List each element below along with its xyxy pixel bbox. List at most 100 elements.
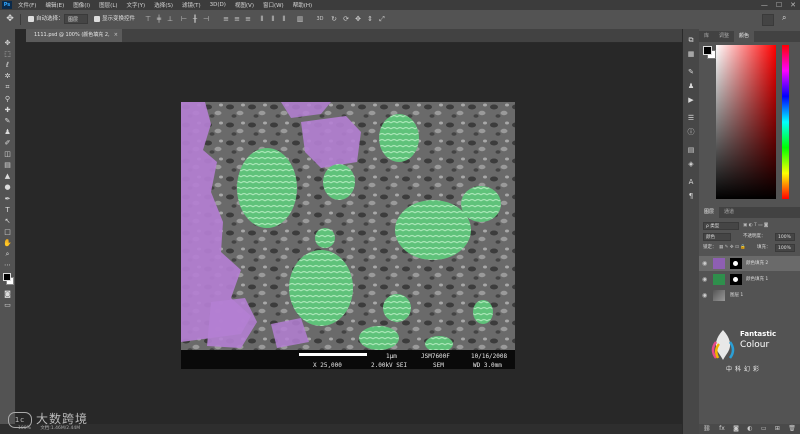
auto-select-checkbox[interactable] bbox=[28, 16, 34, 22]
more-tools-icon[interactable]: ⋯ bbox=[2, 261, 13, 270]
3d-slide-icon[interactable]: ⇕ bbox=[366, 14, 374, 24]
dodge-tool-icon[interactable]: ● bbox=[2, 183, 13, 192]
document-tab[interactable]: 1111.psd @ 100% (颜色填充 2, RGB/8)* × bbox=[26, 29, 122, 51]
layer-filter-dropdown[interactable]: ρ 类型 bbox=[703, 222, 739, 230]
auto-align-icon[interactable]: ▥ bbox=[296, 14, 304, 24]
quick-mask-icon[interactable]: ◙ bbox=[2, 290, 13, 299]
distribute-right-icon[interactable]: ⫴ bbox=[280, 14, 288, 24]
adjustment-layer-icon[interactable]: ◐ bbox=[747, 424, 752, 434]
add-mask-icon[interactable]: ◙ bbox=[733, 424, 739, 434]
type-tool-icon[interactable]: T bbox=[2, 206, 13, 215]
tab-color[interactable]: 颜色 bbox=[734, 31, 755, 42]
gradient-tool-icon[interactable]: ▤ bbox=[2, 161, 13, 170]
foreground-background-swatches[interactable] bbox=[3, 273, 14, 286]
group-layers-icon[interactable]: ▭ bbox=[761, 424, 767, 434]
brush-panel-icon[interactable]: ✎ bbox=[686, 67, 696, 77]
path-selection-tool-icon[interactable]: ↖ bbox=[2, 217, 13, 226]
color-picker-field[interactable] bbox=[716, 45, 776, 199]
tab-layers[interactable]: 图层 bbox=[699, 207, 720, 218]
eyedropper-tool-icon[interactable]: ⚲ bbox=[2, 95, 13, 104]
fill-field[interactable]: 100% bbox=[775, 244, 795, 252]
maximize-button[interactable]: ☐ bbox=[776, 0, 782, 10]
align-bottom-icon[interactable]: ⊥ bbox=[166, 14, 174, 24]
layer-row[interactable]: ◉ 颜色填充 1 bbox=[699, 272, 800, 287]
minimize-button[interactable]: — bbox=[761, 0, 768, 10]
character-panel-icon[interactable]: A bbox=[686, 177, 696, 187]
align-left-icon[interactable]: ⊢ bbox=[180, 14, 188, 24]
brush-tool-icon[interactable]: ✎ bbox=[2, 117, 13, 126]
tab-channels[interactable]: 通道 bbox=[719, 207, 739, 218]
layer-filter-icons[interactable]: ▣ ◐ T ▭ ◙ bbox=[743, 222, 793, 230]
clone-source-icon[interactable]: ♟ bbox=[686, 81, 696, 91]
menu-layer[interactable]: 图层(L) bbox=[99, 1, 117, 9]
menu-image[interactable]: 图像(I) bbox=[73, 1, 90, 9]
tab-adjustments[interactable]: 调整 bbox=[714, 31, 734, 42]
close-button[interactable]: ✕ bbox=[790, 0, 796, 10]
tab-libraries[interactable]: 库 bbox=[699, 31, 714, 42]
distribute-left-icon[interactable]: ⫴ bbox=[258, 14, 266, 24]
rectangle-tool-icon[interactable]: □ bbox=[2, 228, 13, 237]
distribute-top-icon[interactable]: ≡ bbox=[222, 14, 230, 24]
pen-tool-icon[interactable]: ✒ bbox=[2, 195, 13, 204]
3d-panel-icon[interactable]: ◈ bbox=[686, 159, 696, 169]
menu-type[interactable]: 文字(Y) bbox=[127, 1, 146, 9]
history-brush-tool-icon[interactable]: ✐ bbox=[2, 139, 13, 148]
align-hcenter-icon[interactable]: ╫ bbox=[191, 14, 199, 24]
info-panel-icon[interactable]: ⓘ bbox=[686, 127, 696, 137]
new-layer-icon[interactable]: ⊞ bbox=[775, 424, 780, 434]
opacity-field[interactable]: 100% bbox=[775, 233, 795, 241]
marquee-tool-icon[interactable]: ⬚ bbox=[2, 50, 13, 59]
workspace-switcher[interactable] bbox=[762, 14, 774, 26]
align-right-icon[interactable]: ⊣ bbox=[202, 14, 210, 24]
adjustments-panel-icon[interactable]: ☰ bbox=[686, 113, 696, 123]
blur-tool-icon[interactable]: ▲ bbox=[2, 172, 13, 181]
layer-style-icon[interactable]: fx bbox=[719, 424, 725, 434]
distribute-vcenter-icon[interactable]: ≡ bbox=[233, 14, 241, 24]
close-tab-icon[interactable]: × bbox=[114, 29, 118, 42]
foreground-swatch[interactable] bbox=[703, 46, 712, 55]
zoom-tool-icon[interactable]: ⌕ bbox=[2, 250, 13, 259]
menu-view[interactable]: 视图(V) bbox=[235, 1, 254, 9]
show-transform-checkbox[interactable] bbox=[94, 16, 100, 22]
clone-stamp-tool-icon[interactable]: ♟ bbox=[2, 128, 13, 137]
lock-icons[interactable]: ▦ ✎ ✥ ⊡ 🔒 bbox=[719, 244, 746, 252]
visibility-eye-icon[interactable]: ◉ bbox=[702, 288, 707, 303]
paragraph-panel-icon[interactable]: ¶ bbox=[686, 191, 696, 201]
menu-file[interactable]: 文件(F) bbox=[18, 1, 36, 9]
menu-window[interactable]: 窗口(W) bbox=[263, 1, 284, 9]
distribute-bottom-icon[interactable]: ≡ bbox=[244, 14, 252, 24]
actions-panel-icon[interactable]: ▶ bbox=[686, 95, 696, 105]
notes-panel-icon[interactable]: ▤ bbox=[686, 145, 696, 155]
menu-select[interactable]: 选择(S) bbox=[154, 1, 173, 9]
crop-tool-icon[interactable]: ⌗ bbox=[2, 83, 13, 92]
visibility-eye-icon[interactable]: ◉ bbox=[702, 272, 707, 287]
blend-mode-dropdown[interactable]: 颜色 bbox=[703, 233, 731, 241]
lasso-tool-icon[interactable]: ℓ bbox=[2, 61, 13, 70]
align-top-icon[interactable]: ⊤ bbox=[144, 14, 152, 24]
auto-select-dropdown[interactable]: 图层 bbox=[64, 14, 88, 24]
menu-filter[interactable]: 滤镜(T) bbox=[182, 1, 201, 9]
distribute-hcenter-icon[interactable]: ⫴ bbox=[269, 14, 277, 24]
screen-mode-icon[interactable]: ▭ bbox=[2, 301, 13, 310]
menu-edit[interactable]: 编辑(E) bbox=[45, 1, 64, 9]
link-layers-icon[interactable]: ⛓ bbox=[703, 424, 711, 434]
move-tool-icon[interactable]: ✥ bbox=[4, 14, 16, 25]
layer-row[interactable]: ◉ 图层 1 bbox=[699, 288, 800, 303]
eraser-tool-icon[interactable]: ◫ bbox=[2, 150, 13, 159]
3d-pan-icon[interactable]: ✥ bbox=[354, 14, 362, 24]
menu-3d[interactable]: 3D(D) bbox=[210, 2, 226, 8]
delete-layer-icon[interactable]: 🗑 bbox=[788, 424, 796, 434]
move-tool-icon[interactable]: ✥ bbox=[2, 39, 13, 48]
hand-tool-icon[interactable]: ✋ bbox=[2, 239, 13, 248]
menu-help[interactable]: 帮助(H) bbox=[293, 1, 312, 9]
foreground-color-swatch[interactable] bbox=[3, 273, 11, 281]
magic-wand-tool-icon[interactable]: ✲ bbox=[2, 72, 13, 81]
sem-image[interactable]: 1μm JSM7600F 10/16/2008 X 25,000 2.00kV … bbox=[181, 102, 515, 369]
hue-slider[interactable] bbox=[782, 45, 789, 199]
healing-brush-tool-icon[interactable]: ✚ bbox=[2, 106, 13, 115]
3d-roll-icon[interactable]: ⟳ bbox=[342, 14, 350, 24]
3d-orbit-icon[interactable]: ↻ bbox=[330, 14, 338, 24]
layer-row[interactable]: ◉ 颜色填充 2 bbox=[699, 256, 800, 271]
visibility-eye-icon[interactable]: ◉ bbox=[702, 256, 707, 271]
align-vcenter-icon[interactable]: ╪ bbox=[155, 14, 163, 24]
